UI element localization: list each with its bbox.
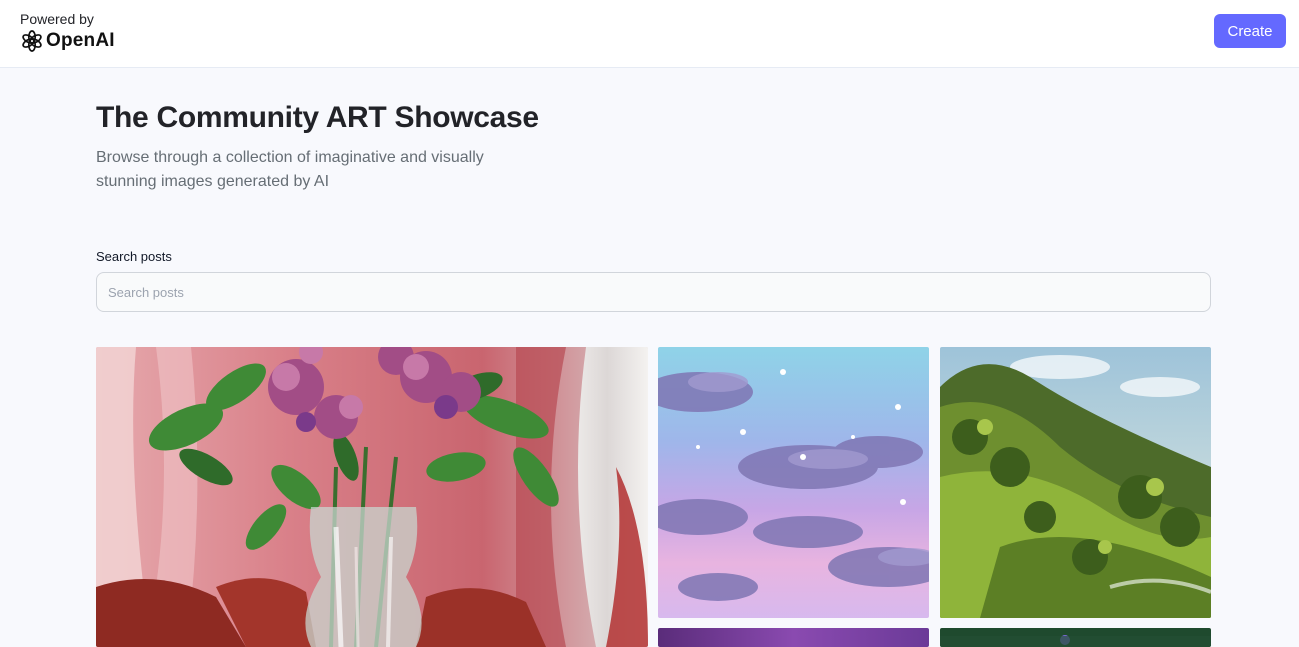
page-subtitle: Browse through a collection of imaginati… — [96, 149, 484, 190]
logo-text: OpenAI — [46, 30, 115, 51]
search-input[interactable] — [96, 272, 1211, 312]
page-title: The Community ART Showcase — [96, 101, 539, 134]
create-button[interactable]: Create — [1214, 14, 1286, 48]
hills-landscape-image — [940, 347, 1211, 618]
clouds-sky-image — [658, 347, 929, 618]
dark-green-image — [940, 628, 1211, 647]
powered-by-text: Powered by — [20, 11, 94, 27]
gallery-card-hills[interactable] — [940, 347, 1211, 618]
image-gallery — [96, 347, 1211, 647]
flower-vase-image — [96, 347, 648, 647]
top-navbar: Powered by OpenAI Create — [0, 0, 1299, 68]
purple-gradient-image — [658, 628, 929, 647]
openai-logo-icon — [20, 29, 44, 53]
openai-logo: OpenAI — [20, 29, 115, 53]
gallery-card-purple[interactable] — [658, 628, 929, 647]
gallery-card-clouds[interactable] — [658, 347, 929, 618]
gallery-card-dark-green[interactable] — [940, 628, 1211, 647]
search-label: Search posts — [96, 249, 172, 264]
gallery-card-flower-vase[interactable] — [96, 347, 648, 647]
brand-link[interactable]: Powered by OpenAI — [20, 11, 115, 53]
main-content: The Community ART Showcase Browse throug… — [96, 68, 1211, 647]
